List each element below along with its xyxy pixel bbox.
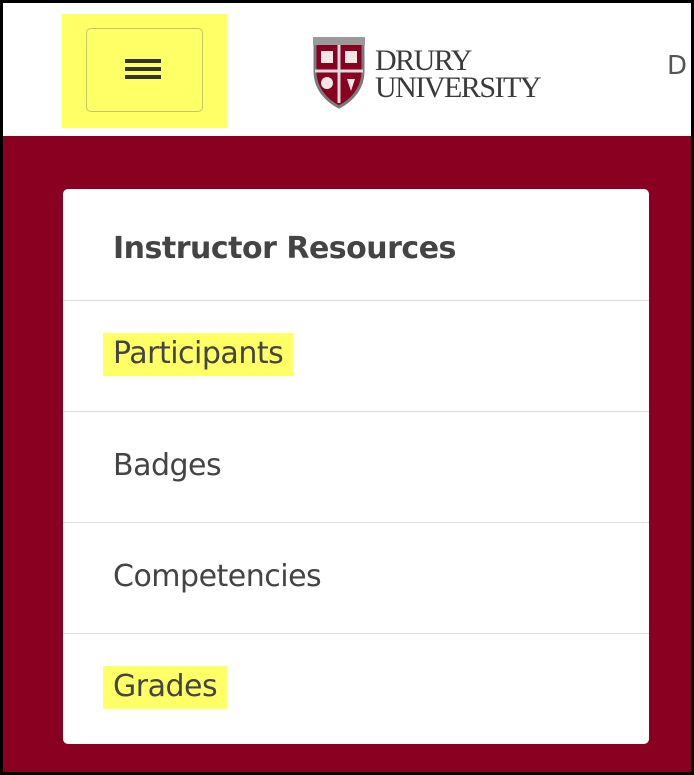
- resource-item-grades[interactable]: Grades: [63, 634, 649, 744]
- crest-icon: [313, 37, 365, 109]
- instructor-resources-card: Instructor Resources Participants Badges…: [63, 189, 649, 744]
- university-logo[interactable]: DRURY UNIVERSITY: [281, 28, 551, 118]
- resource-item-label: Badges: [113, 448, 222, 483]
- top-navbar: DRURY UNIVERSITY D: [3, 3, 691, 136]
- card-header: Instructor Resources: [63, 189, 649, 301]
- navbar-truncated-text: D: [667, 51, 688, 81]
- resource-item-badges[interactable]: Badges: [63, 412, 649, 523]
- card-title: Instructor Resources: [113, 231, 456, 266]
- resource-item-label: Participants: [103, 333, 294, 376]
- screenshot-frame: DRURY UNIVERSITY D Instructor Resources …: [0, 0, 694, 775]
- resource-item-label: Grades: [103, 666, 228, 709]
- nav-drawer-toggle-button[interactable]: [86, 28, 203, 112]
- logo-text-line2: UNIVERSITY: [375, 71, 542, 104]
- hamburger-icon: [125, 59, 161, 79]
- resource-item-competencies[interactable]: Competencies: [63, 523, 649, 634]
- resource-item-participants[interactable]: Participants: [63, 301, 649, 412]
- resource-item-label: Competencies: [113, 559, 322, 594]
